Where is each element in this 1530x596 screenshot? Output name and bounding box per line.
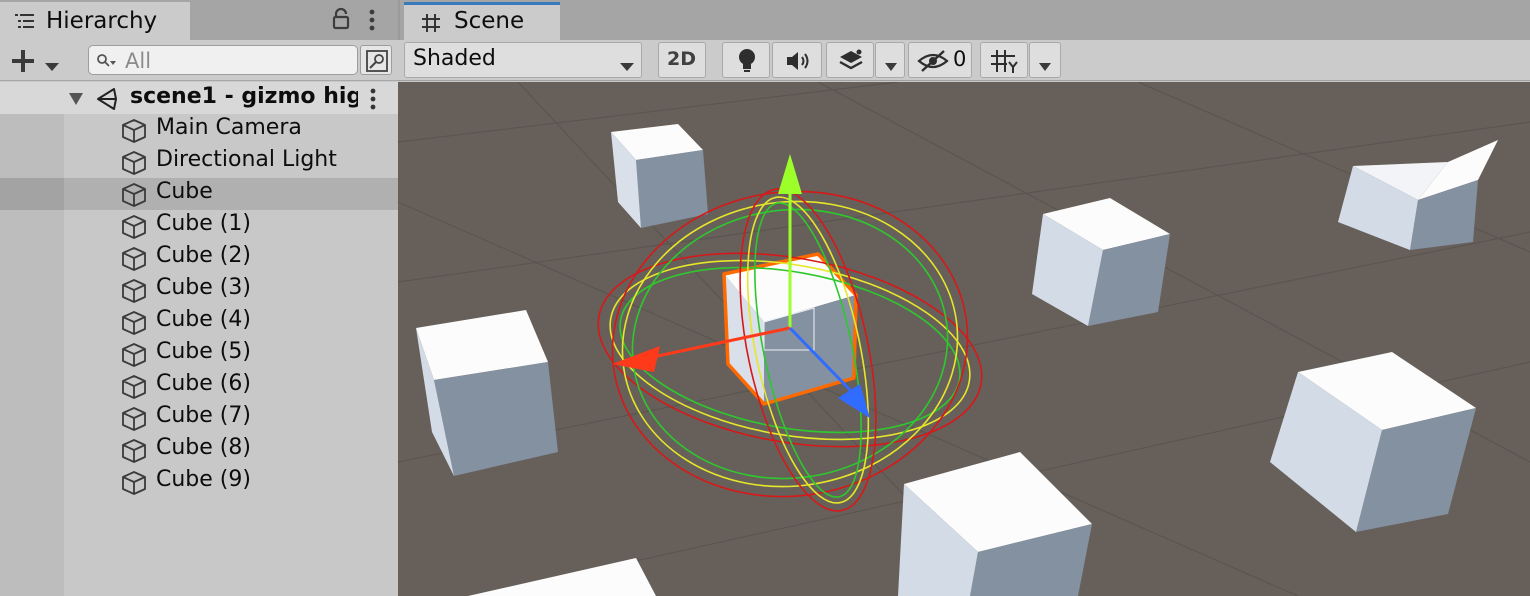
grid-hash-icon [420, 12, 442, 38]
cube-icon [120, 374, 148, 404]
hierarchy-item[interactable]: Cube (7) [0, 402, 398, 434]
effects-dropdown[interactable] [875, 42, 905, 78]
hierarchy-item-label: Cube (3) [156, 275, 251, 300]
hierarchy-toolbar: All [0, 40, 398, 81]
cube-icon [120, 246, 148, 276]
hierarchy-item-label: Cube (5) [156, 339, 251, 364]
selection-gutter [0, 178, 64, 210]
cube-icon [120, 118, 148, 148]
scene-render [398, 82, 1530, 596]
cube-icon [120, 310, 148, 340]
hierarchy-item-label: Cube (8) [156, 435, 251, 460]
plus-icon [10, 48, 38, 78]
scene-cube [1270, 352, 1476, 532]
hierarchy-item-label: Cube (7) [156, 403, 251, 428]
hierarchy-item-label: Cube (6) [156, 371, 251, 396]
scene-kebab-icon[interactable] [367, 88, 379, 114]
scene-toolbar: Shaded 2D 0 [398, 40, 1530, 81]
grid-snap-icon [989, 48, 1019, 78]
lock-icon[interactable] [331, 7, 351, 35]
speaker-icon [785, 49, 813, 77]
cube-icon [120, 406, 148, 436]
shading-mode-value: Shaded [413, 46, 496, 71]
hierarchy-item[interactable]: Cube (3) [0, 274, 398, 306]
hierarchy-tree: Main Camera Directional Light Cube Cube (1)… [0, 114, 398, 596]
hierarchy-item[interactable]: Main Camera [0, 114, 398, 146]
cube-icon [120, 150, 148, 180]
cube-icon [120, 214, 148, 244]
cube-icon [120, 182, 148, 212]
hierarchy-panel: Hierarchy All scene1 - gizmo hig Main Ca… [0, 0, 398, 596]
hierarchy-tab-bar: Hierarchy [0, 0, 398, 40]
scene-panel: Scene Shaded 2D 0 [398, 0, 1530, 596]
foldout-arrow-icon[interactable] [68, 91, 84, 110]
scene-visibility-toggle[interactable]: 0 [908, 42, 972, 78]
chevron-down-icon [884, 57, 898, 76]
hierarchy-item-label: Cube (9) [156, 467, 251, 492]
cube-icon [120, 470, 148, 500]
hierarchy-item[interactable]: Cube (8) [0, 434, 398, 466]
tab-hierarchy-label: Hierarchy [46, 8, 158, 34]
scene-cube [898, 452, 1092, 596]
tab-hierarchy[interactable]: Hierarchy [0, 2, 190, 40]
scene-name: scene1 - gizmo highlight [130, 84, 358, 109]
tab-scene[interactable]: Scene [404, 2, 560, 40]
search-icon [96, 53, 118, 73]
scene-viewport[interactable] [398, 82, 1530, 596]
hierarchy-item[interactable]: Directional Light [0, 146, 398, 178]
list-icon [14, 11, 36, 35]
mode-2d-label: 2D [667, 48, 696, 70]
chevron-down-icon [44, 57, 60, 76]
hierarchy-item[interactable]: Cube (2) [0, 242, 398, 274]
hierarchy-item-label: Main Camera [156, 115, 302, 140]
hierarchy-item[interactable]: Cube (9) [0, 466, 398, 498]
hierarchy-search-input[interactable]: All [88, 45, 358, 75]
search-mode-button[interactable] [360, 45, 392, 75]
scene-tab-bar: Scene [398, 0, 1530, 40]
hierarchy-item-label: Cube [156, 179, 213, 204]
grid-toggle[interactable] [980, 42, 1028, 78]
audio-toggle[interactable] [772, 42, 822, 78]
hierarchy-item-label: Cube (1) [156, 211, 251, 236]
grid-dropdown[interactable] [1029, 42, 1061, 78]
unity-logo-icon [94, 86, 120, 116]
tab-scene-label: Scene [454, 8, 525, 34]
hierarchy-item-label: Cube (2) [156, 243, 251, 268]
eye-slash-icon [917, 49, 949, 77]
hierarchy-menu-kebab-icon[interactable] [366, 9, 378, 35]
scene-cube [468, 558, 656, 596]
hierarchy-item[interactable]: Cube (5) [0, 338, 398, 370]
scene-root-row[interactable]: scene1 - gizmo highlight [0, 82, 398, 114]
hidden-objects-count: 0 [953, 47, 967, 71]
hierarchy-item[interactable]: Cube [0, 178, 398, 210]
scene-cube [416, 310, 558, 476]
mode-2d-toggle[interactable]: 2D [658, 42, 706, 78]
hierarchy-item[interactable]: Cube (1) [0, 210, 398, 242]
search-placeholder: All [125, 49, 152, 73]
effects-toggle[interactable] [826, 42, 874, 78]
hierarchy-item-label: Directional Light [156, 147, 337, 172]
cube-icon [120, 438, 148, 468]
scene-cube [1338, 140, 1498, 250]
cube-icon [120, 278, 148, 308]
create-dropdown-button[interactable] [10, 48, 66, 74]
lighting-toggle[interactable] [722, 42, 770, 78]
hierarchy-item-label: Cube (4) [156, 307, 251, 332]
layers-icon [837, 48, 865, 78]
scene-cube [1032, 198, 1170, 326]
lightbulb-icon [735, 47, 759, 79]
search-mode-icon [365, 49, 389, 77]
shading-mode-dropdown[interactable]: Shaded [404, 42, 642, 78]
chevron-down-icon [619, 57, 635, 76]
scene-cube [611, 124, 708, 228]
chevron-down-icon [1038, 57, 1052, 76]
cube-icon [120, 342, 148, 372]
hierarchy-item[interactable]: Cube (6) [0, 370, 398, 402]
hierarchy-item[interactable]: Cube (4) [0, 306, 398, 338]
